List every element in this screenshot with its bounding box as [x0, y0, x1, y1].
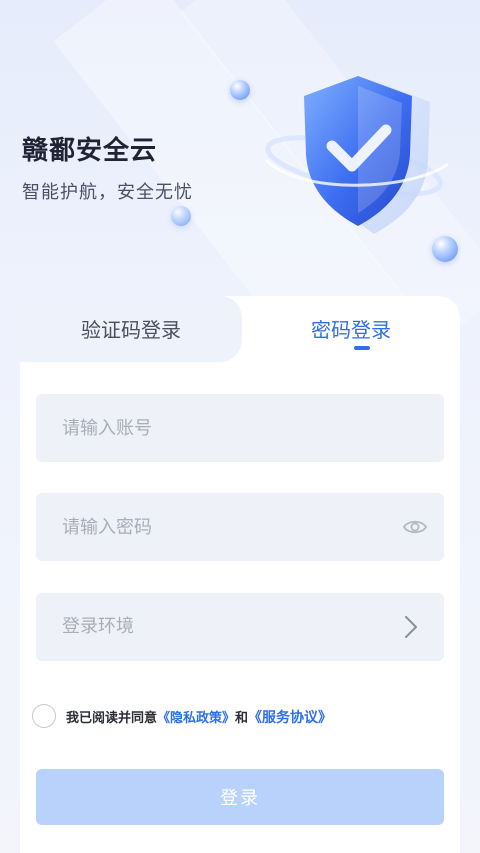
- service-agreement-link[interactable]: 《服务协议》: [248, 710, 332, 726]
- agreement-prefix: 我已阅读并同意: [66, 711, 158, 726]
- decor-bubble: [171, 206, 191, 226]
- agreement-text: 我已阅读并同意《隐私政策》和《服务协议》: [66, 707, 332, 727]
- decor-bubble: [230, 80, 250, 100]
- agreement-checkbox[interactable]: [32, 704, 56, 728]
- account-input[interactable]: [62, 394, 392, 462]
- password-input[interactable]: [62, 493, 392, 561]
- environment-label: 登录环境: [62, 616, 134, 637]
- login-card: 验证码登录 密码登录 登录环境 我已阅读并同意《隐私政策》和《服务协议》 登录: [20, 296, 460, 853]
- tab-sms-login[interactable]: 验证码登录: [20, 310, 242, 350]
- login-environment-select[interactable]: 登录环境: [36, 593, 444, 661]
- agreement-conjunction: 和: [235, 711, 249, 726]
- app-title: 赣鄱安全云: [22, 136, 158, 166]
- password-field[interactable]: [36, 493, 444, 561]
- chevron-right-icon: [404, 615, 418, 639]
- eye-icon[interactable]: [402, 515, 428, 539]
- account-field[interactable]: [36, 394, 444, 462]
- app-slogan: 智能护航，安全无忧: [22, 182, 193, 203]
- tab-password-login[interactable]: 密码登录: [242, 310, 460, 350]
- shield-check-icon: [262, 68, 452, 248]
- active-tab-indicator: [354, 346, 370, 350]
- login-button[interactable]: 登录: [36, 769, 444, 825]
- hero-banner: 赣鄱安全云 智能护航，安全无忧: [0, 0, 480, 330]
- privacy-policy-link[interactable]: 《隐私政策》: [157, 711, 235, 726]
